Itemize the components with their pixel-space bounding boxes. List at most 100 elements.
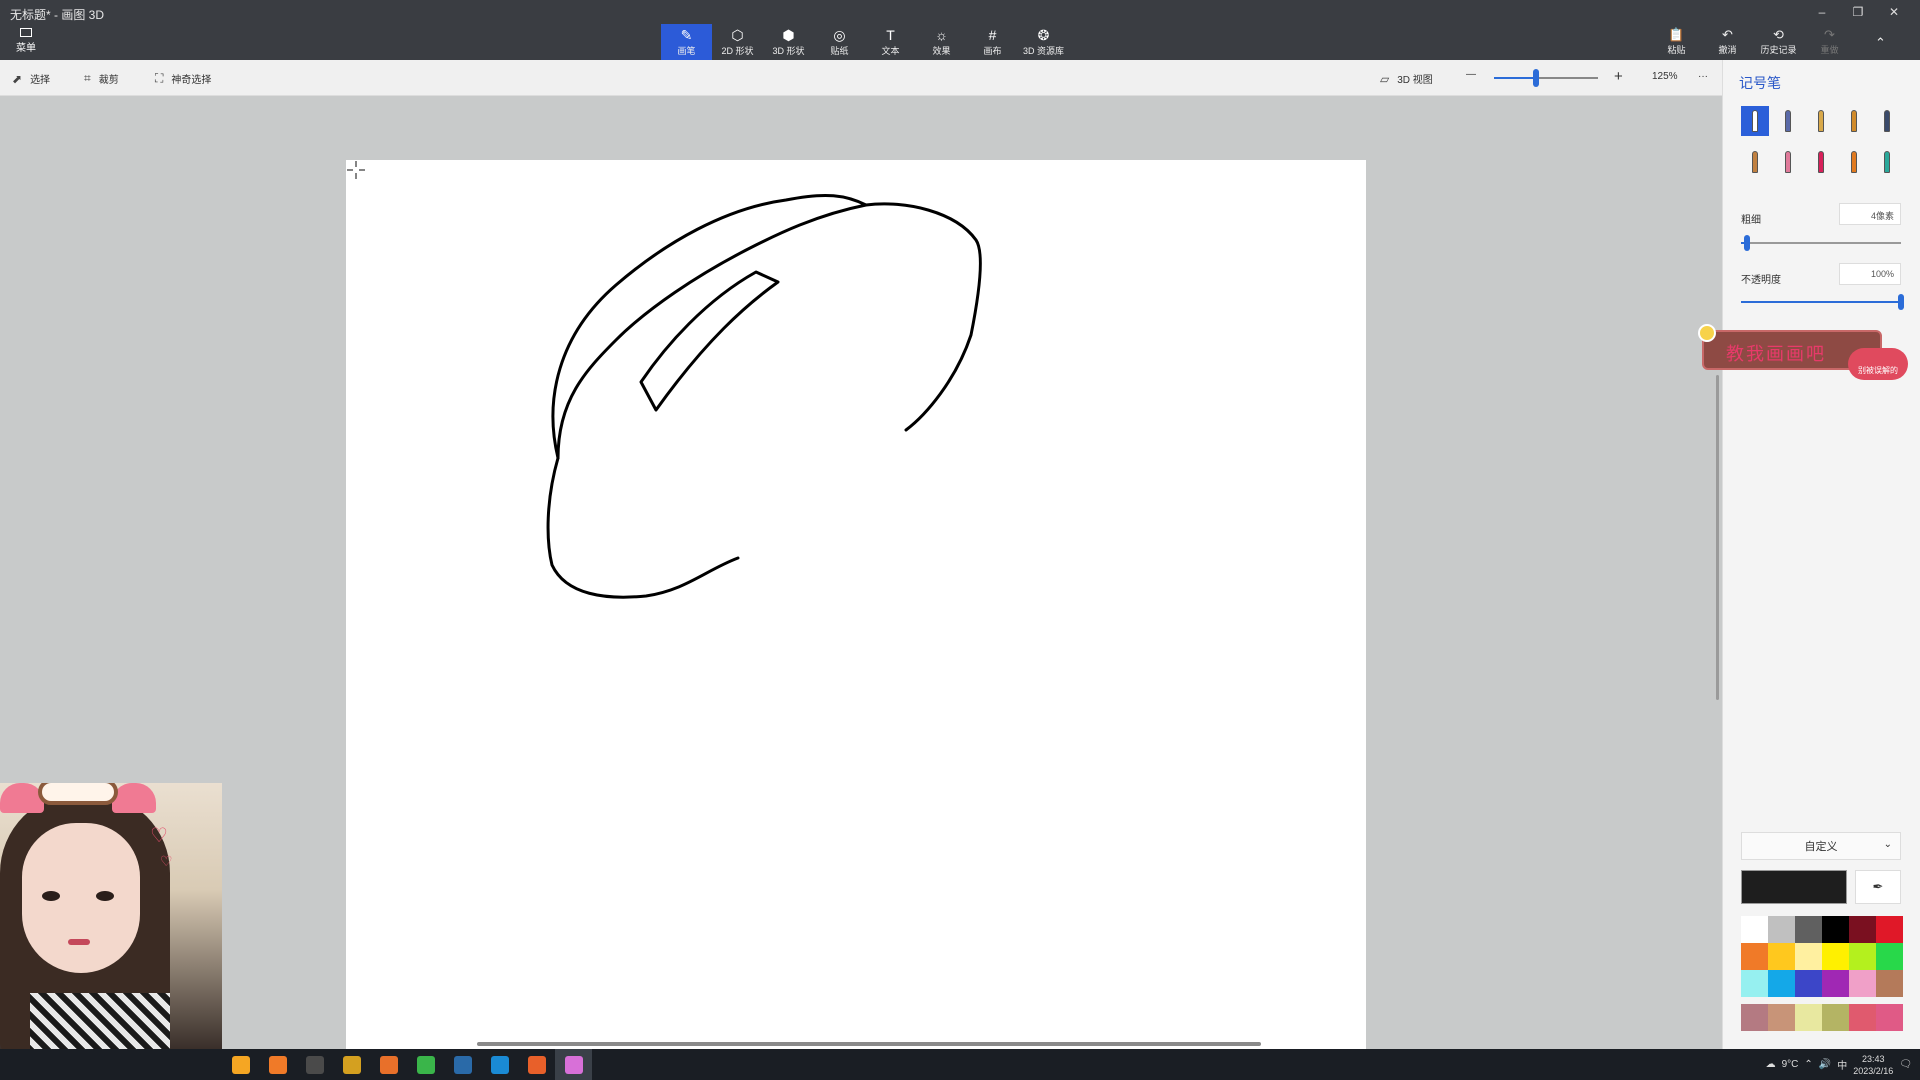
stroke-outer-arc bbox=[551, 193, 982, 460]
maximize-button[interactable]: ❐ bbox=[1840, 2, 1876, 22]
redo-button[interactable]: ↷ 重做 bbox=[1804, 26, 1855, 58]
eyedropper-button[interactable]: ✒ bbox=[1855, 870, 1901, 904]
brush-pixel-pen[interactable] bbox=[1873, 106, 1901, 136]
tool-canvas[interactable]: # 画布 bbox=[967, 24, 1018, 60]
crop-button[interactable]: ⌗ 裁剪 bbox=[84, 71, 119, 86]
taskbar-app[interactable] bbox=[407, 1049, 444, 1080]
brush-oil-brush[interactable] bbox=[1807, 106, 1835, 136]
tool-3d-shapes[interactable]: ⬢ 3D 形状 bbox=[763, 24, 814, 60]
3d-shapes-icon: ⬢ bbox=[782, 26, 795, 43]
color-mode-dropdown[interactable]: 自定义 ⌄ bbox=[1741, 832, 1901, 860]
paste-button[interactable]: 📋 粘贴 bbox=[1651, 26, 1702, 58]
taskbar-app[interactable] bbox=[444, 1049, 481, 1080]
history-button[interactable]: ⟲ 历史记录 bbox=[1753, 26, 1804, 58]
taskbar-app[interactable] bbox=[518, 1049, 555, 1080]
color-swatch[interactable] bbox=[1876, 970, 1903, 997]
weather-temp[interactable]: 9°C bbox=[1782, 1059, 1799, 1070]
tool-text[interactable]: T 文本 bbox=[865, 24, 916, 60]
tool-3d-library[interactable]: ❂ 3D 资源库 bbox=[1018, 24, 1069, 60]
color-swatch[interactable] bbox=[1795, 943, 1822, 970]
brush-eraser[interactable] bbox=[1774, 147, 1802, 177]
current-color-swatch[interactable] bbox=[1741, 870, 1847, 904]
brush-watercolor[interactable] bbox=[1840, 106, 1868, 136]
color-swatch[interactable] bbox=[1768, 916, 1795, 943]
tool-brush[interactable]: ✎ 画笔 bbox=[661, 24, 712, 60]
tool-2d-shapes[interactable]: ⬡ 2D 形状 bbox=[712, 24, 763, 60]
color-swatch[interactable] bbox=[1741, 970, 1768, 997]
horizontal-scrollbar[interactable] bbox=[477, 1042, 1261, 1046]
color-swatch[interactable] bbox=[1849, 970, 1876, 997]
opacity-input[interactable]: 100% bbox=[1839, 263, 1901, 285]
tray-overflow-icon[interactable]: ⌃ bbox=[1804, 1059, 1812, 1070]
select-label: 选择 bbox=[30, 75, 51, 86]
color-swatch[interactable] bbox=[1822, 943, 1849, 970]
collapse-ribbon-button[interactable]: ⌃ bbox=[1855, 26, 1906, 58]
color-swatch[interactable] bbox=[1741, 916, 1768, 943]
opacity-slider-thumb[interactable] bbox=[1898, 294, 1904, 310]
vertical-scrollbar[interactable] bbox=[1716, 375, 1719, 700]
close-button[interactable]: ✕ bbox=[1876, 2, 1912, 22]
thickness-slider-thumb[interactable] bbox=[1744, 235, 1751, 251]
tool-effects[interactable]: ☼ 效果 bbox=[916, 24, 967, 60]
zoom-slider-fill bbox=[1494, 77, 1536, 79]
3d-view-icon: ▱ bbox=[1380, 71, 1390, 86]
volume-icon[interactable]: 🔊 bbox=[1819, 1059, 1831, 1070]
color-swatch[interactable] bbox=[1876, 916, 1903, 943]
color-swatch[interactable] bbox=[1741, 943, 1768, 970]
menu-button[interactable]: 菜单 bbox=[12, 28, 40, 54]
color-swatch[interactable] bbox=[1795, 970, 1822, 997]
crosshair-cursor-icon bbox=[347, 161, 365, 179]
opacity-slider-fill bbox=[1741, 301, 1901, 303]
color-swatch[interactable] bbox=[1849, 916, 1876, 943]
recent-color-swatch[interactable] bbox=[1741, 1004, 1768, 1031]
recent-color-swatch[interactable] bbox=[1768, 1004, 1795, 1031]
clock[interactable]: 23:43 2023/2/16 bbox=[1853, 1053, 1893, 1077]
taskbar-app[interactable] bbox=[222, 1049, 259, 1080]
taskbar-app[interactable] bbox=[259, 1049, 296, 1080]
brush-pencil[interactable] bbox=[1741, 147, 1769, 177]
color-swatch[interactable] bbox=[1822, 970, 1849, 997]
webcam-collar bbox=[30, 993, 170, 1049]
more-button[interactable]: ··· bbox=[1698, 71, 1708, 82]
color-swatch[interactable] bbox=[1876, 943, 1903, 970]
brush-spray-can[interactable] bbox=[1840, 147, 1868, 177]
recent-color-swatch[interactable] bbox=[1822, 1004, 1849, 1031]
zoom-out-button[interactable]: — bbox=[1466, 69, 1476, 80]
taskbar-app[interactable] bbox=[370, 1049, 407, 1080]
zoom-percent[interactable]: 125% bbox=[1652, 71, 1678, 82]
color-swatch[interactable] bbox=[1795, 916, 1822, 943]
brush-crayon[interactable] bbox=[1807, 147, 1835, 177]
3d-view-button[interactable]: ▱ 3D 视图 bbox=[1380, 71, 1433, 87]
brush-fill[interactable] bbox=[1873, 147, 1901, 177]
zoom-slider-track[interactable] bbox=[1494, 77, 1598, 79]
taskbar-app[interactable] bbox=[333, 1049, 370, 1080]
undo-button[interactable]: ↶ 撤消 bbox=[1702, 26, 1753, 58]
select-button[interactable]: ⬈ 选择 bbox=[12, 71, 51, 87]
taskbar-app[interactable] bbox=[555, 1049, 592, 1080]
color-swatch[interactable] bbox=[1768, 943, 1795, 970]
zoom-in-button[interactable]: + bbox=[1614, 68, 1623, 85]
color-swatch[interactable] bbox=[1768, 970, 1795, 997]
recent-color-swatch[interactable] bbox=[1849, 1004, 1876, 1031]
2d-shapes-icon: ⬡ bbox=[731, 26, 744, 43]
taskbar-app[interactable] bbox=[296, 1049, 333, 1080]
brush-calligraphy-pen[interactable] bbox=[1774, 106, 1802, 136]
brush-marker[interactable] bbox=[1741, 106, 1769, 136]
ime-indicator[interactable]: 中 bbox=[1837, 1057, 1847, 1072]
color-swatch[interactable] bbox=[1849, 943, 1876, 970]
taskbar-app[interactable] bbox=[481, 1049, 518, 1080]
watercolor-icon bbox=[1851, 110, 1857, 132]
recent-color-swatch[interactable] bbox=[1795, 1004, 1822, 1031]
zoom-slider-thumb[interactable] bbox=[1532, 69, 1539, 87]
magic-select-button[interactable]: ⛶ 神奇选择 bbox=[155, 71, 211, 86]
color-swatch[interactable] bbox=[1822, 916, 1849, 943]
minimize-button[interactable]: – bbox=[1804, 2, 1840, 22]
thickness-slider[interactable] bbox=[1741, 242, 1901, 244]
thickness-input[interactable]: 4像素 bbox=[1839, 203, 1901, 225]
calligraphy-pen-icon bbox=[1785, 110, 1791, 132]
recent-color-swatch[interactable] bbox=[1876, 1004, 1903, 1031]
drawing-canvas[interactable] bbox=[346, 160, 1366, 1049]
notification-icon[interactable]: 🗨 bbox=[1899, 1059, 1912, 1070]
opacity-slider[interactable] bbox=[1741, 301, 1901, 303]
tool-stickers[interactable]: ◎ 贴纸 bbox=[814, 24, 865, 60]
